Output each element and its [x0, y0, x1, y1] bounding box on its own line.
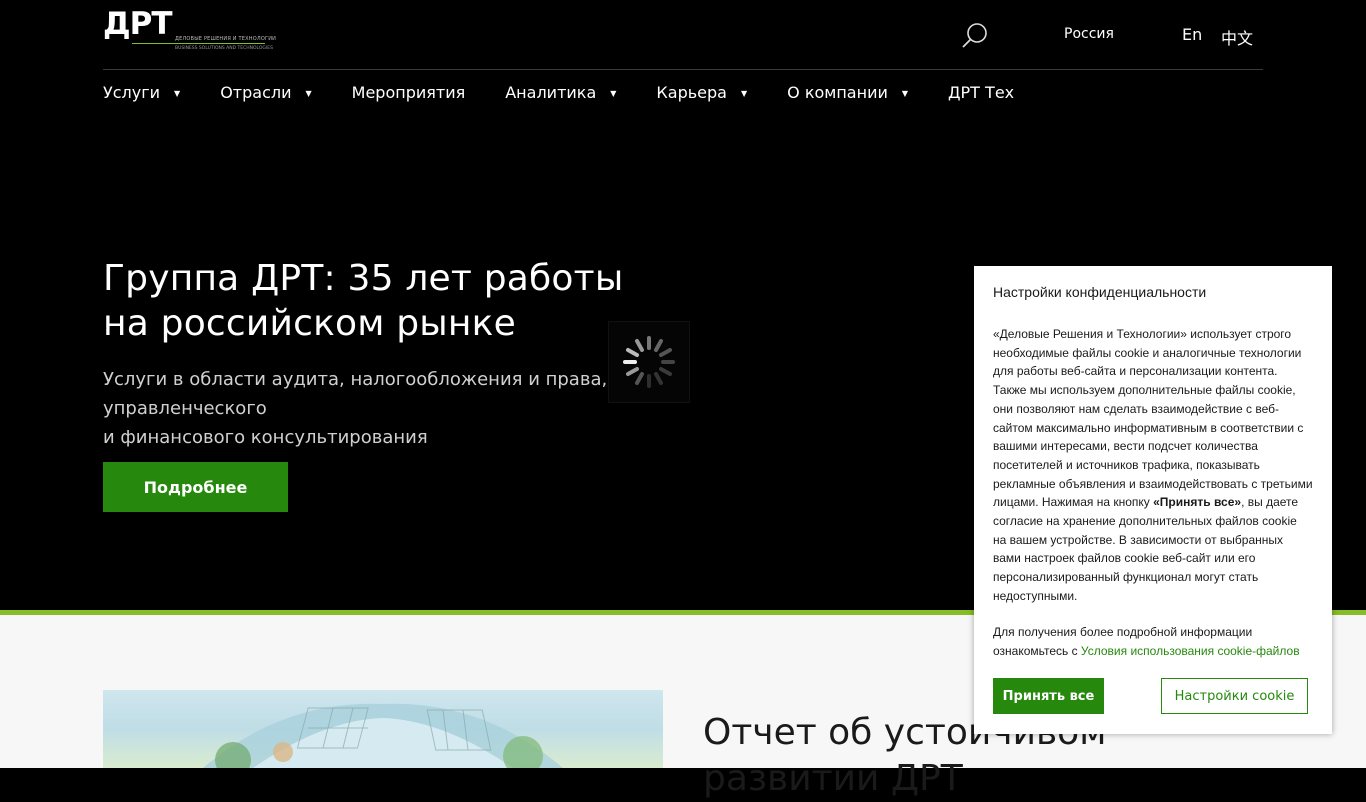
lang-zh-link[interactable]: 中文 — [1221, 25, 1253, 49]
chevron-down-icon: ▼ — [740, 88, 748, 98]
logo-tagline-ru: ДЕЛОВЫЕ РЕШЕНИЯ И ТЕХНОЛОГИИ — [175, 36, 277, 42]
accept-all-button[interactable]: Принять все — [993, 678, 1104, 714]
logo-tagline-en: BUSINESS SOLUTIONS AND TECHNOLOGIES — [175, 46, 273, 51]
cookie-text-part1: «Деловые Решения и Технологии» используе… — [993, 327, 1313, 510]
learn-more-button[interactable]: Подробнее — [103, 462, 288, 512]
cookie-panel-title: Настройки конфиденциальности — [993, 284, 1207, 300]
nav-item-services[interactable]: Услуги ▼ — [103, 83, 180, 102]
main-nav: Услуги ▼ Отрасли ▼ Мероприятия Аналитика… — [103, 80, 1054, 104]
nav-item-label: Отрасли — [220, 82, 292, 102]
nav-item-label: ДРТ Тех — [948, 82, 1015, 102]
nav-item-drt-tech[interactable]: ДРТ Тех — [948, 83, 1014, 102]
nav-item-label: Аналитика — [505, 82, 597, 102]
header-divider — [103, 69, 1263, 70]
region-selector[interactable]: Россия — [1064, 26, 1114, 42]
lang-en-link[interactable]: En — [1182, 25, 1202, 44]
chevron-down-icon: ▼ — [174, 88, 181, 98]
nav-item-analytics[interactable]: Аналитика ▼ — [505, 83, 616, 102]
nav-item-about[interactable]: О компании ▼ — [787, 83, 908, 102]
nav-item-events[interactable]: Мероприятия — [352, 83, 466, 102]
hero-subtitle-line2: и финансового консультирования — [103, 427, 428, 448]
logo-underline — [132, 43, 265, 44]
nav-item-industries[interactable]: Отрасли ▼ — [220, 83, 311, 102]
chevron-down-icon: ▼ — [901, 88, 909, 98]
hero-title-line1: Группа ДРТ: 35 лет работы — [103, 258, 624, 299]
search-icon[interactable] — [960, 21, 990, 51]
cookie-policy-link[interactable]: Условия использования cookie-файлов — [1081, 644, 1300, 658]
chevron-down-icon: ▼ — [610, 88, 617, 98]
logo[interactable]: ДРТ ДЕЛОВЫЕ РЕШЕНИЯ И ТЕХНОЛОГИИ BUSINES… — [103, 6, 276, 52]
hero-title-line2: на российском рынке — [103, 303, 516, 344]
nav-item-career[interactable]: Карьера ▼ — [656, 83, 747, 102]
loading-spinner-icon — [608, 321, 690, 403]
cookie-settings-button[interactable]: Настройки cookie — [1161, 678, 1308, 714]
logo-wordmark: ДРТ — [103, 6, 172, 42]
cookie-panel-text: «Деловые Решения и Технологии» используе… — [993, 325, 1313, 606]
cookie-text-part2: , вы даете согласие на хранение дополнит… — [993, 495, 1299, 603]
nav-item-label: Мероприятия — [351, 82, 466, 102]
hero-subtitle-line1: Услуги в области аудита, налогообложения… — [103, 369, 608, 419]
cookie-consent-panel: Настройки конфиденциальности «Деловые Ре… — [974, 266, 1332, 734]
nav-item-label: О компании — [787, 82, 888, 102]
chevron-down-icon: ▼ — [305, 88, 312, 98]
cookie-more-info: Для получения более подробной информации… — [993, 623, 1313, 660]
nav-item-label: Услуги — [103, 82, 161, 102]
nav-item-label: Карьера — [656, 82, 727, 102]
report-image[interactable] — [103, 690, 663, 768]
cookie-text-bold: «Принять все» — [1153, 495, 1242, 510]
